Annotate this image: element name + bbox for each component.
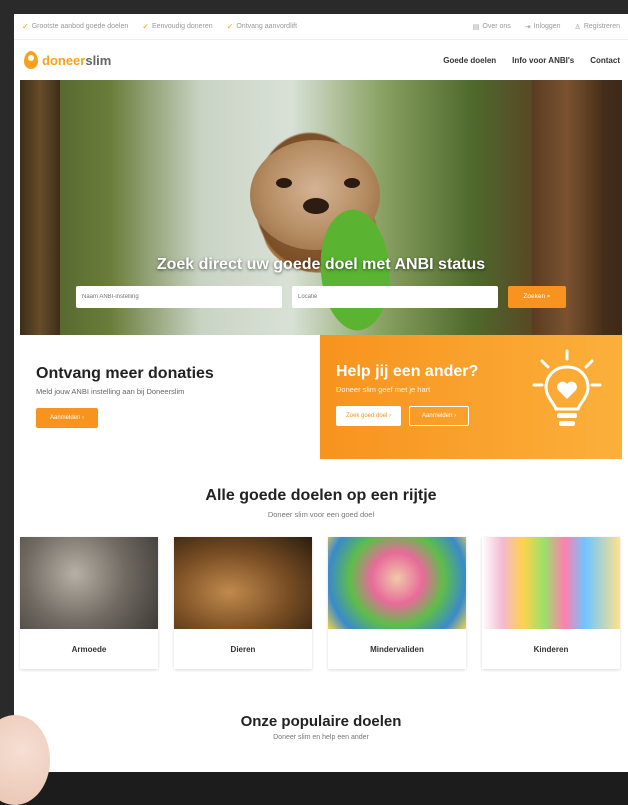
popular-subtitle: Doneer slim en help een ander <box>273 734 369 741</box>
hero-title: Zoek direct uw goede doel met ANBI statu… <box>156 256 486 273</box>
browser-screen: ✓ Grootste aanbod goede doelen ✓ Eenvoudig… <box>14 14 628 772</box>
promo-left-subtitle: Meld jouw ANBI instelling aan bij Doneer… <box>36 387 185 396</box>
promo-register-anbi: Ontvang meer donaties Meld jouw ANBI ins… <box>20 335 320 459</box>
main-nav: Goede doelen Info voor ANBI's Contact <box>443 56 620 65</box>
nav-contact[interactable]: Contact <box>590 56 620 65</box>
chevron-right-icon: › <box>82 415 85 421</box>
category-image <box>174 537 312 629</box>
category-label: Kinderen <box>533 644 569 654</box>
search-icon: ⌕ <box>546 293 551 300</box>
top-info-bar: ✓ Grootste aanbod goede doelen ✓ Eenvoudig… <box>14 14 628 40</box>
check-icon: ✓ <box>22 22 29 31</box>
signup-button[interactable]: Aanmelden › <box>409 406 470 426</box>
sloth-eye <box>344 178 360 188</box>
popular-title: Onze populaire doelen <box>240 713 402 730</box>
login-icon: ⇥ <box>524 23 531 31</box>
location-pin-icon <box>24 51 38 69</box>
usp-item: ✓ Ontvang aanvordlift <box>226 22 298 31</box>
hero-search-form: Zoeken ⌕ <box>76 286 566 308</box>
hero-banner: Zoek direct uw goede doel met ANBI statu… <box>20 80 622 335</box>
categories-subtitle: Doneer slim voor een goed doel <box>267 510 375 519</box>
sloth-nose <box>303 198 329 214</box>
nav-info-anbi[interactable]: Info voor ANBI's <box>512 56 574 65</box>
chevron-right-icon: › <box>389 413 392 419</box>
about-link[interactable]: ▤ Over ons <box>473 23 511 31</box>
usp-list: ✓ Grootste aanbod goede doelen ✓ Eenvoudig… <box>22 22 297 31</box>
login-link[interactable]: ⇥ Inloggen <box>525 23 561 31</box>
hero-image-tree-left <box>20 80 60 335</box>
check-icon: ✓ <box>142 22 149 31</box>
sloth-eye <box>276 178 292 188</box>
category-label: Mindervaliden <box>370 644 424 654</box>
categories-section-heading: Alle goede doelen op een rijtje Doneer s… <box>14 459 628 519</box>
user-icon: ♙ <box>574 23 581 31</box>
site-header: doneer slim Goede doelen Info voor ANBI's… <box>14 40 628 80</box>
category-card-mindervaliden[interactable]: Mindervaliden <box>328 537 466 669</box>
anbi-search-input[interactable] <box>76 286 282 308</box>
site-logo[interactable]: doneer slim <box>24 51 111 69</box>
category-card-dieren[interactable]: Dieren <box>174 537 312 669</box>
promo-help-other: Help jij een ander? Doneer slim geef met… <box>320 335 622 459</box>
register-link[interactable]: ♙ Registreren <box>575 23 620 31</box>
category-image <box>20 537 158 629</box>
category-image <box>482 537 620 629</box>
device-frame: ✓ Grootste aanbod goede doelen ✓ Eenvoudig… <box>0 0 628 805</box>
usp-item: ✓ Grootste aanbod goede doelen <box>22 22 129 31</box>
nav-goede-doelen[interactable]: Goede doelen <box>443 56 496 65</box>
check-icon: ✓ <box>226 22 234 31</box>
location-input[interactable] <box>292 286 498 308</box>
category-card-kinderen[interactable]: Kinderen <box>482 537 620 669</box>
popular-section-heading: Onze populaire doelen Doneer slim en hel… <box>14 669 628 741</box>
register-anbi-button[interactable]: Aanmelden › <box>36 408 99 428</box>
category-card-armoede[interactable]: Armoede <box>20 537 158 669</box>
document-icon: ▤ <box>472 23 480 31</box>
chevron-right-icon: › <box>454 413 457 419</box>
category-label: Dieren <box>230 644 256 654</box>
find-cause-button[interactable]: Zoek goed doel › <box>336 406 402 426</box>
usp-item: ✓ Eenvoudig doneren <box>142 22 213 31</box>
category-cards: Armoede Dieren Mindervaliden Kinderen <box>20 537 622 669</box>
category-image <box>328 537 466 629</box>
promo-row: Ontvang meer donaties Meld jouw ANBI ins… <box>20 335 622 459</box>
category-label: Armoede <box>71 644 107 654</box>
account-links: ▤ Over ons ⇥ Inloggen ♙ Registreren <box>473 23 620 31</box>
search-button[interactable]: Zoeken ⌕ <box>508 286 566 308</box>
categories-title: Alle goede doelen op een rijtje <box>205 487 437 504</box>
lightbulb-heart-icon <box>532 349 602 426</box>
promo-left-title: Ontvang meer donaties <box>36 365 214 382</box>
